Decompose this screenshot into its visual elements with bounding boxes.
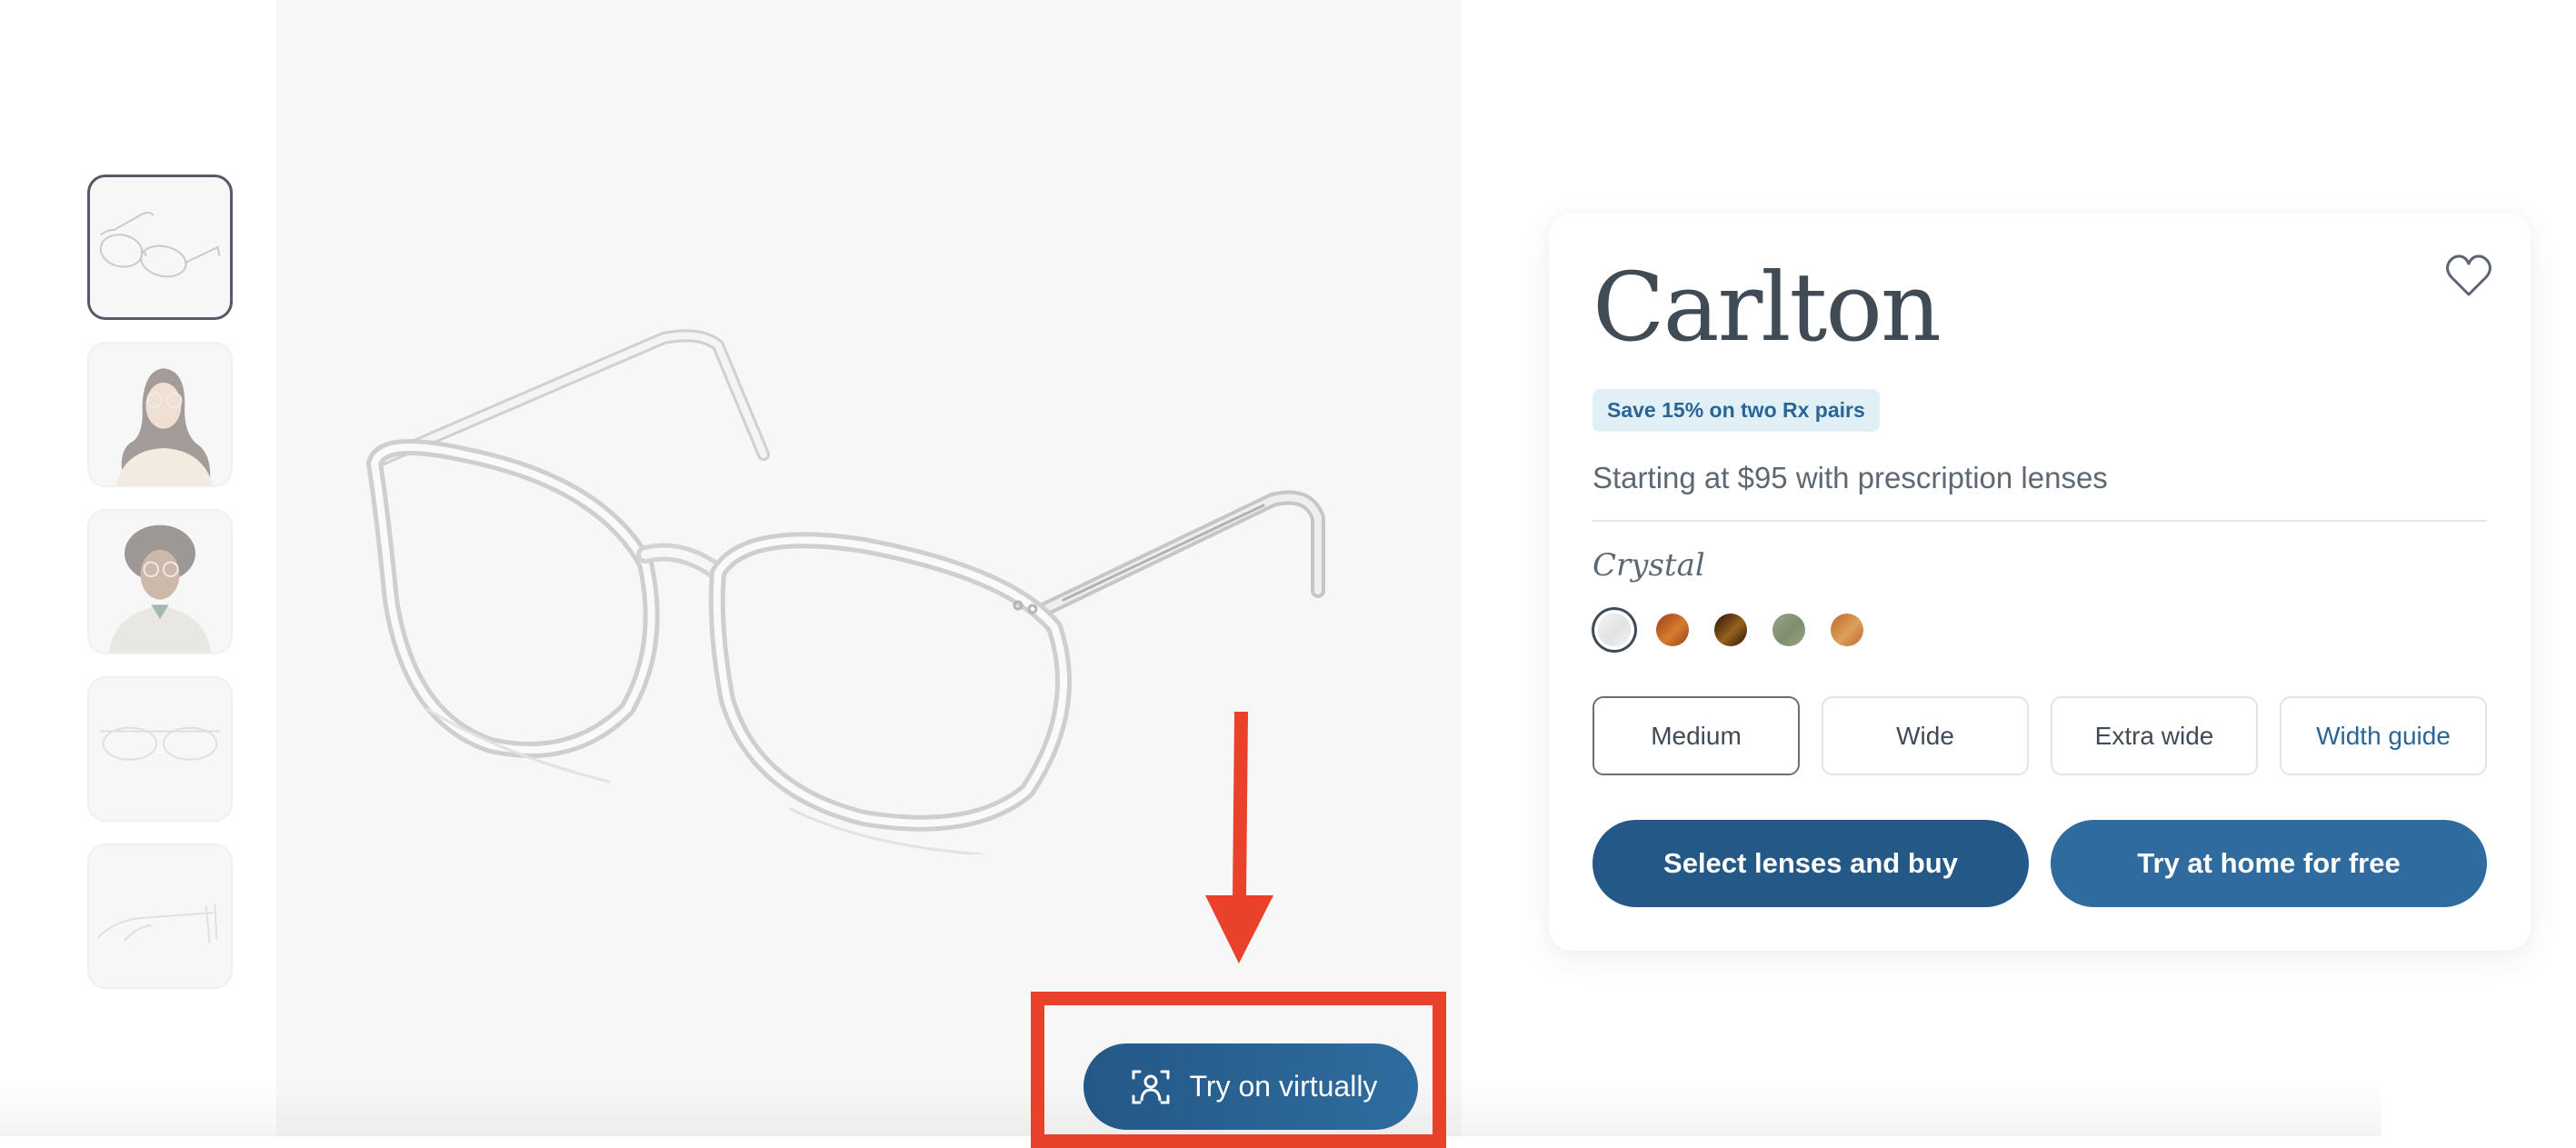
size-medium-button[interactable]: Medium: [1593, 696, 1800, 775]
glasses-side-thumbnail-image: [97, 903, 218, 943]
color-swatch-honey-tortoise[interactable]: [1831, 614, 1863, 646]
thumbnail-front-view[interactable]: [87, 676, 233, 822]
man-model-thumbnail-image: [108, 524, 212, 653]
try-on-virtually-button[interactable]: Try on virtually: [1083, 1043, 1418, 1130]
glasses-front-thumbnail-image: [99, 726, 221, 761]
promo-badge: Save 15% on two Rx pairs: [1593, 389, 1880, 432]
select-lenses-and-buy-button[interactable]: Select lenses and buy: [1593, 820, 2029, 907]
divider: [1593, 520, 2487, 522]
price-text: Starting at $95 with prescription lenses: [1593, 461, 2108, 494]
try-on-virtually-label: Try on virtually: [1189, 1070, 1378, 1103]
face-scan-icon: [1132, 1070, 1170, 1103]
width-guide-link[interactable]: Width guide: [2280, 696, 2487, 775]
thumbnail-man-wearing[interactable]: [87, 509, 233, 654]
size-wide-button[interactable]: Wide: [1822, 696, 2029, 775]
size-extra-wide-button[interactable]: Extra wide: [2051, 696, 2258, 775]
product-main-image: [366, 329, 1325, 854]
color-swatch-tortoise[interactable]: [1656, 614, 1689, 646]
thumbnail-angled-view[interactable]: [87, 175, 233, 320]
product-name: Carlton: [1593, 252, 1942, 363]
glasses-angled-thumbnail-image: [99, 211, 221, 278]
thumbnail-woman-wearing[interactable]: [87, 342, 233, 487]
selected-color-name: Crystal: [1593, 547, 1705, 584]
color-swatch-crystal[interactable]: [1598, 614, 1631, 646]
heart-outline-icon[interactable]: [2443, 253, 2494, 300]
thumbnail-side-view[interactable]: [87, 844, 233, 989]
try-at-home-button[interactable]: Try at home for free: [2051, 820, 2487, 907]
color-swatch-dark-tortoise[interactable]: [1714, 614, 1747, 646]
color-swatch-sage[interactable]: [1772, 614, 1805, 646]
woman-model-thumbnail-image: [115, 368, 214, 485]
product-info-card: Carlton Save 15% on two Rx pairs Startin…: [1549, 213, 2531, 951]
